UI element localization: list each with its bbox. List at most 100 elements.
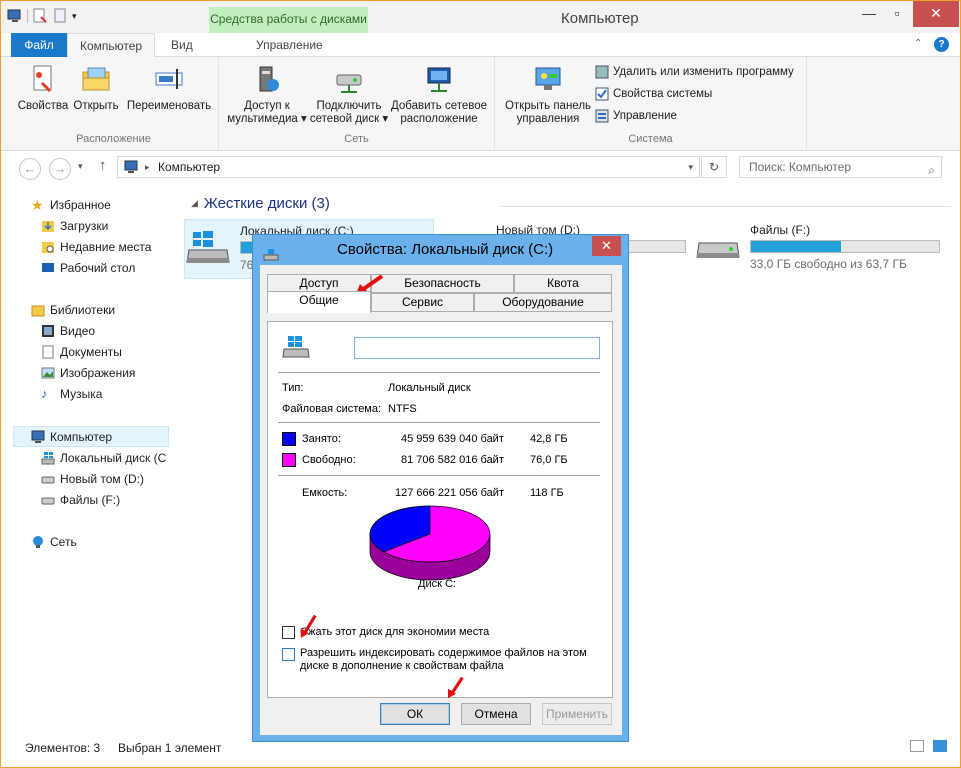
desktop-icon [41, 261, 55, 275]
tab-security[interactable]: Безопасность [371, 274, 514, 293]
tab-quota[interactable]: Квота [514, 274, 612, 293]
nav-new-volume-d[interactable]: Новый том (D:) [41, 469, 144, 489]
used-bytes: 45 959 639 040 байт [401, 433, 504, 445]
tab-computer[interactable]: Компьютер [67, 33, 156, 58]
capacity-label: Емкость: [302, 487, 348, 499]
nav-desktop[interactable]: Рабочий стол [41, 258, 135, 278]
disk-label: Диск C: [418, 578, 456, 590]
tab-manage[interactable]: Управление [244, 33, 335, 57]
new-folder-qat-icon[interactable] [52, 8, 68, 24]
window-title: Компьютер [561, 10, 639, 27]
rename-button[interactable]: Переименовать [123, 63, 215, 113]
divider [278, 372, 600, 373]
nav-files-f[interactable]: Файлы (F:) [41, 490, 120, 510]
collapse-ribbon-icon[interactable]: ⌃ [914, 38, 922, 49]
disk-usage-pie [369, 505, 491, 581]
details-view-icon[interactable] [910, 740, 924, 752]
nav-local-disk-c[interactable]: Локальный диск (C [41, 448, 166, 468]
breadcrumb-computer[interactable]: Компьютер [158, 160, 220, 174]
control-panel-button[interactable]: Открыть панель управления [499, 63, 597, 126]
refresh-button[interactable]: ↻ [701, 156, 727, 178]
red-pointer-arrow-icon [300, 614, 317, 638]
open-button[interactable]: Открыть [71, 63, 121, 113]
nav-recent[interactable]: Недавние места [41, 237, 151, 257]
section-divider [501, 206, 951, 207]
tab-file[interactable]: Файл [11, 33, 67, 57]
filesystem-label: Файловая система: [282, 403, 382, 415]
divider [278, 475, 600, 476]
maximize-button[interactable]: ▫ [881, 1, 913, 27]
system-properties-button[interactable]: Свойства системы [595, 87, 712, 101]
manage-icon [595, 109, 609, 123]
general-tab-panel: Тип: Локальный диск Файловая система: NT… [267, 321, 613, 698]
ok-button[interactable]: ОК [380, 703, 450, 725]
capacity-gb: 118 ГБ [530, 487, 564, 499]
tab-view[interactable]: Вид [159, 33, 205, 57]
navigation-pane: ★ Избранное Загрузки Недавние места Рабоч… [1, 185, 171, 735]
windows-drive-icon [282, 336, 310, 358]
search-input[interactable]: Поиск: Компьютер ⌕ [739, 156, 942, 178]
properties-qat-icon[interactable] [32, 8, 48, 24]
libraries-icon [31, 303, 45, 317]
address-box[interactable]: ▸ Компьютер ▾ [117, 156, 700, 178]
properties-button[interactable]: Свойства [17, 63, 69, 113]
media-access-button[interactable]: Доступ к мультимедиа ▾ [225, 63, 309, 126]
forward-button[interactable]: → [49, 158, 71, 180]
breadcrumb-chevron-icon: ▸ [145, 162, 150, 172]
windows-drive-icon [186, 231, 230, 263]
cancel-button[interactable]: Отмена [461, 703, 531, 725]
properties-dialog: Свойства: Локальный диск (C:) ✕ Доступ Б… [252, 234, 629, 742]
free-label: Свободно: [302, 454, 356, 466]
nav-music[interactable]: ♪ Музыка [41, 384, 102, 404]
drive-tile-f[interactable]: Файлы (F:) 33,0 ГБ свободно из 63,7 ГБ [695, 219, 957, 279]
map-network-drive-button[interactable]: Подключить сетевой диск ▾ [309, 63, 389, 126]
free-bytes: 81 706 582 016 байт [401, 454, 504, 466]
nav-favorites[interactable]: ★ Избранное [31, 195, 111, 215]
close-button[interactable]: ✕ [913, 1, 959, 27]
programs-icon [595, 65, 609, 79]
nav-libraries[interactable]: Библиотеки [31, 300, 115, 320]
group-label-network: Сеть [344, 133, 369, 145]
network-drive-icon [336, 74, 362, 93]
downloads-icon [41, 219, 55, 233]
address-dropdown-icon[interactable]: ▾ [688, 157, 693, 177]
apply-button[interactable]: Применить [542, 703, 612, 725]
free-gb: 76,0 ГБ [530, 454, 568, 466]
group-label-system: Система [628, 133, 673, 145]
tab-hardware[interactable]: Оборудование [474, 293, 612, 312]
nav-images[interactable]: Изображения [41, 363, 135, 383]
nav-computer[interactable]: Компьютер [31, 427, 112, 447]
help-icon[interactable]: ? [934, 37, 949, 52]
nav-documents[interactable]: Документы [41, 342, 122, 362]
dialog-title-bar[interactable]: Свойства: Локальный диск (C:) [253, 235, 628, 265]
tiles-view-icon[interactable] [933, 740, 947, 752]
search-icon: ⌕ [928, 163, 935, 177]
uninstall-program-button[interactable]: Удалить или изменить программу [595, 65, 794, 79]
drive-usage-fill [751, 241, 842, 252]
dropdown-arrow-icon: ▾ [297, 113, 307, 125]
recent-locations-icon[interactable]: ▾ [78, 161, 83, 172]
disk-tools-context-tab: Средства работы с дисками [209, 7, 368, 33]
up-icon[interactable]: ↑ [99, 157, 107, 174]
dialog-close-button[interactable]: ✕ [592, 236, 621, 256]
documents-icon [41, 345, 55, 359]
free-color-swatch [282, 453, 296, 467]
images-icon [41, 366, 55, 380]
rename-icon [155, 69, 183, 89]
add-network-location-button[interactable]: Добавить сетевое расположение [389, 63, 489, 126]
qat-dropdown-icon[interactable]: ▾ [72, 8, 82, 24]
volume-label-input[interactable] [354, 337, 600, 359]
back-button[interactable]: ← [19, 158, 41, 180]
status-item-count: Элементов: 3 [25, 741, 101, 755]
nav-network[interactable]: Сеть [31, 532, 77, 552]
section-hard-drives[interactable]: ◢ Жесткие диски (3) [191, 195, 330, 212]
drive-free-space: 33,0 ГБ свободно из 63,7 ГБ [750, 257, 907, 271]
nav-videos[interactable]: Видео [41, 321, 95, 341]
nav-downloads[interactable]: Загрузки [41, 216, 108, 236]
tab-general[interactable]: Общие [267, 291, 371, 313]
computer-icon[interactable] [7, 8, 23, 24]
dialog-title: Свойства: Локальный диск (C:) [337, 241, 554, 258]
index-checkbox[interactable] [282, 648, 295, 661]
manage-button[interactable]: Управление [595, 109, 677, 123]
recent-places-icon [41, 240, 55, 254]
